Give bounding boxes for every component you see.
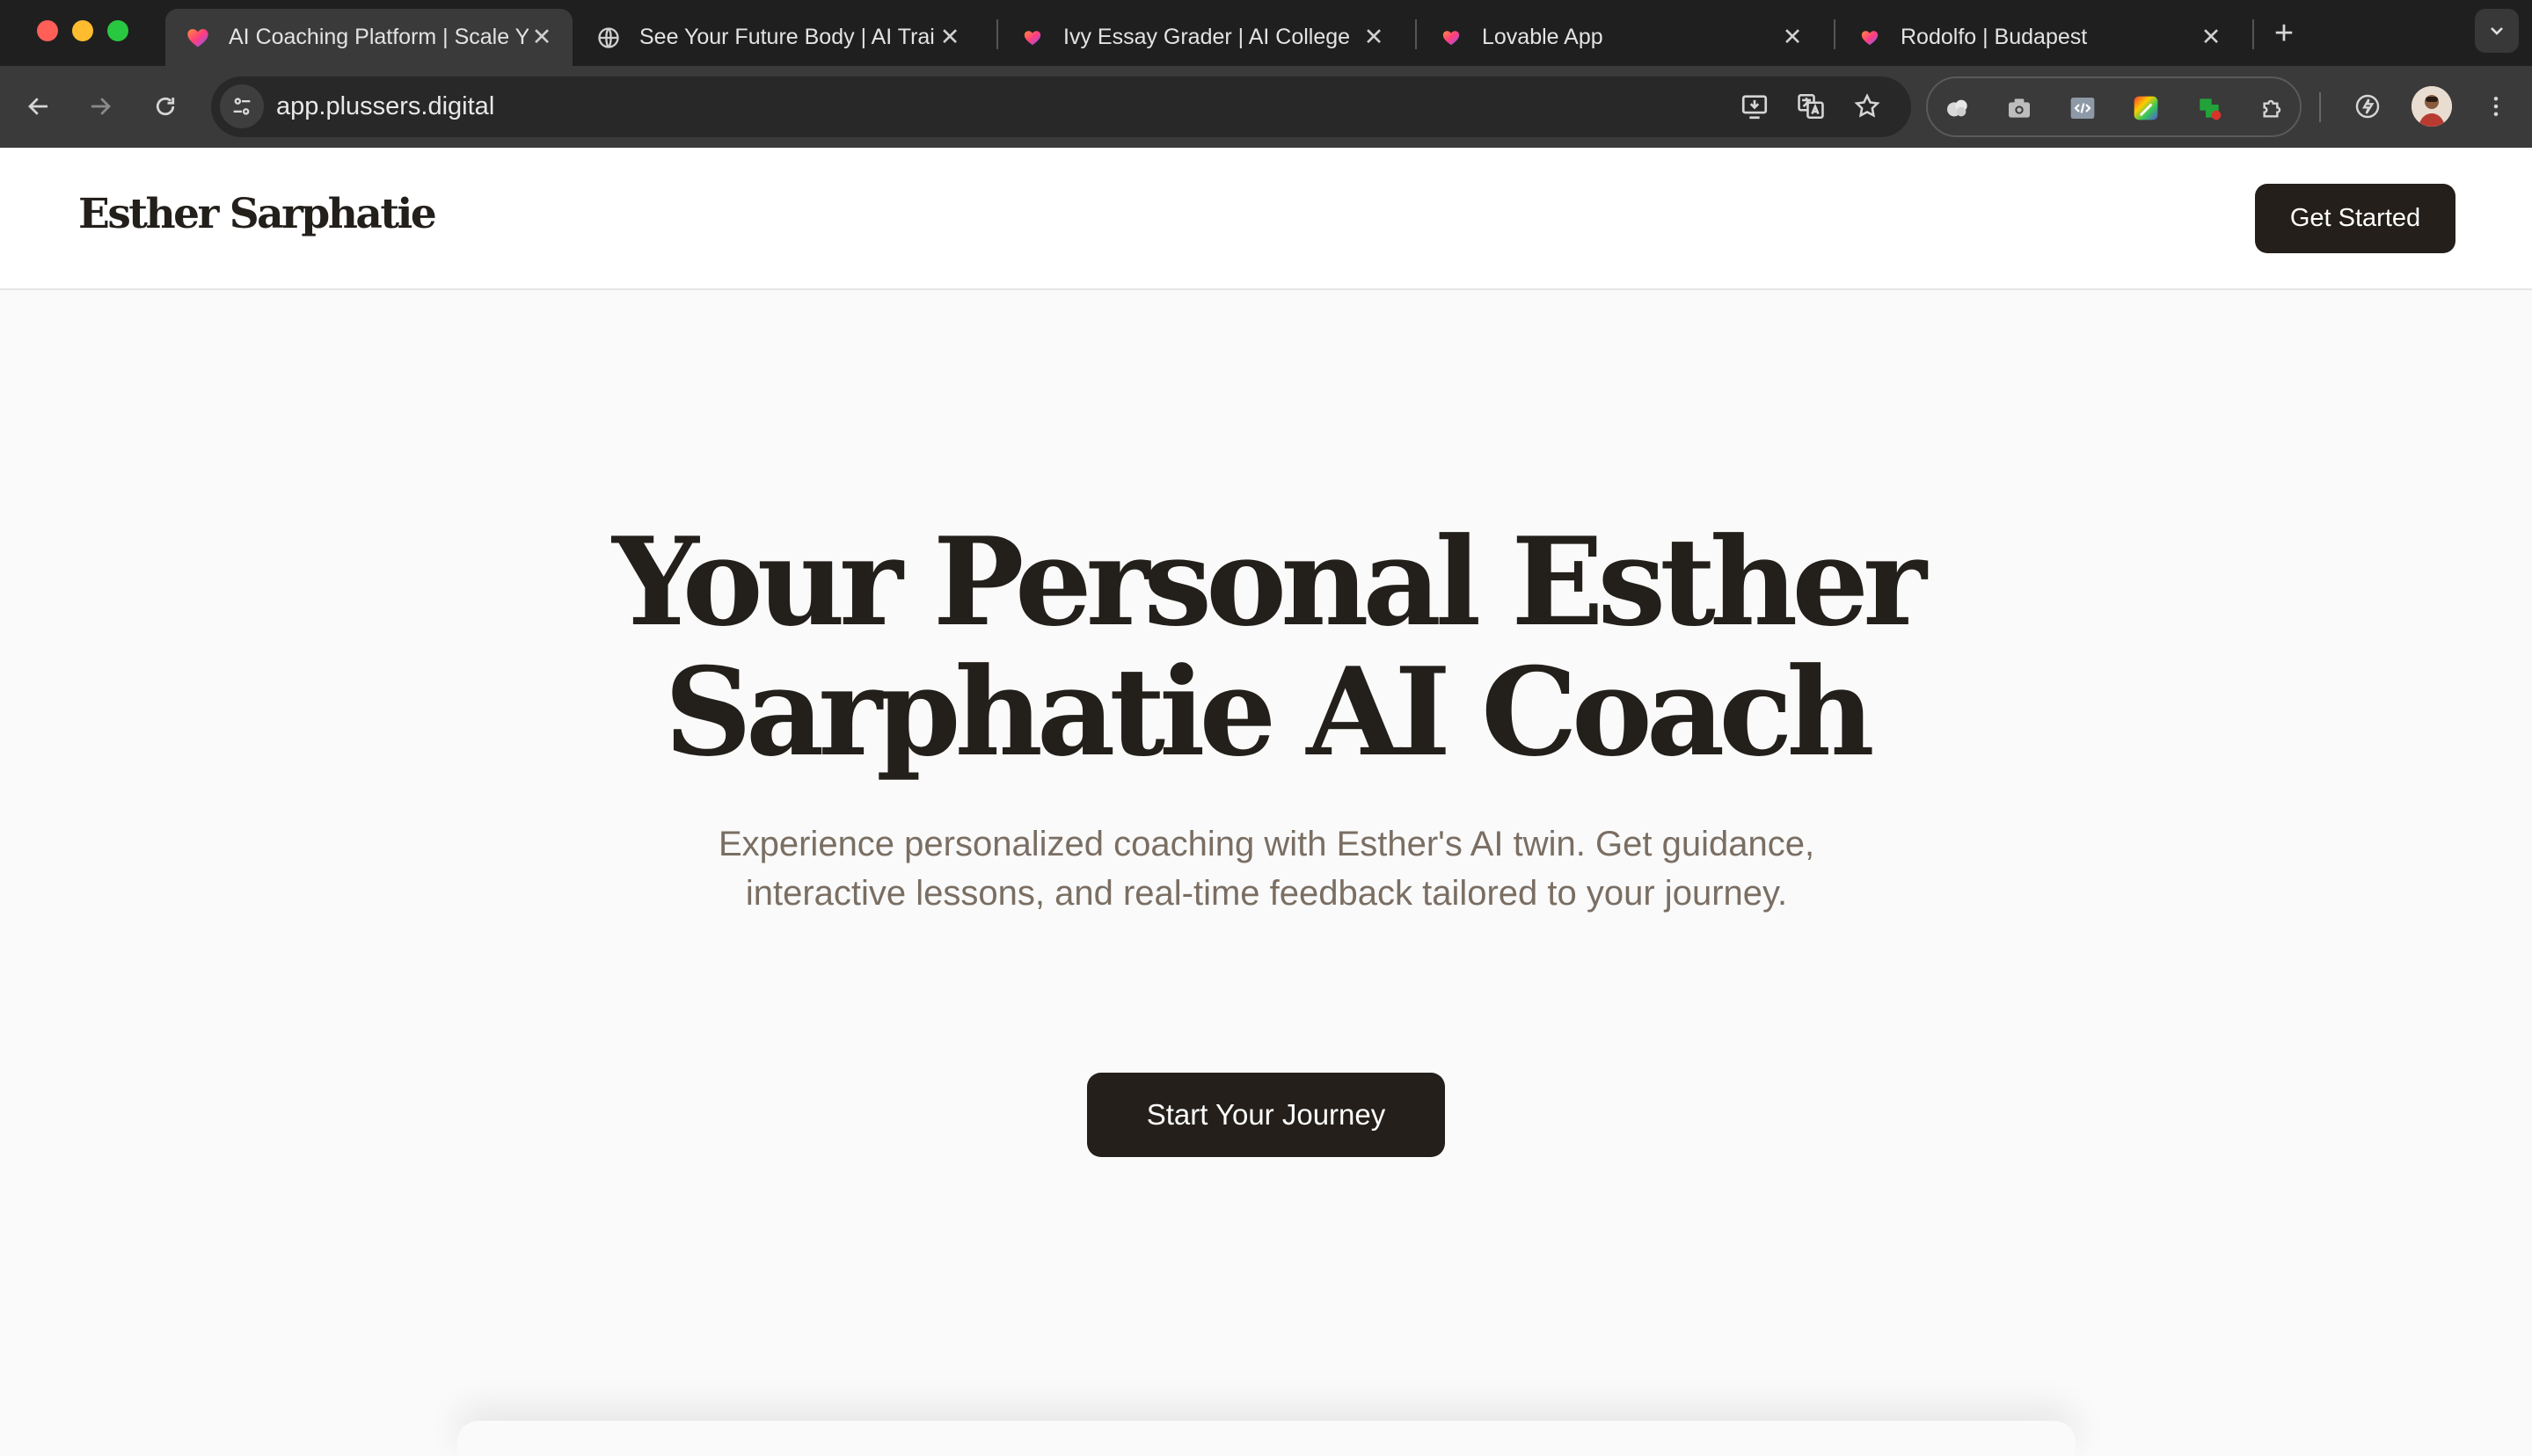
- reload-icon: [156, 97, 175, 116]
- code-icon: [2070, 98, 2095, 119]
- bookmark-button[interactable]: [1848, 87, 1886, 126]
- reload-button[interactable]: [141, 82, 190, 131]
- install-app-button[interactable]: [1735, 87, 1774, 126]
- profile-avatar[interactable]: [2412, 86, 2452, 127]
- minimize-window-button[interactable]: [72, 20, 93, 41]
- tab-title: See Your Future Body | AI Trai: [639, 25, 935, 49]
- lovable-heart-icon: [185, 25, 211, 51]
- more-vertical-icon: [2493, 97, 2499, 116]
- tab-search-button[interactable]: [2475, 9, 2519, 53]
- green-extension-icon: [2200, 98, 2222, 120]
- lovable-heart-icon: [1019, 25, 1046, 51]
- puzzle-icon: [2263, 99, 2281, 118]
- energy-saver-icon: [2355, 94, 2380, 119]
- tab-ivy-essay-grader[interactable]: Ivy Essay Grader | AI College ✕: [1000, 9, 1405, 66]
- back-button[interactable]: [14, 82, 63, 131]
- hero-subtitle: Experience personalized coaching with Es…: [718, 825, 1815, 913]
- page-content: Esther Sarphatie Get Started Your Person…: [0, 148, 2532, 1456]
- globe-icon: [595, 25, 622, 51]
- cloud-extension-icon: [1947, 99, 1967, 117]
- install-icon: [1741, 95, 1768, 120]
- address-bar[interactable]: app.plussers.digital: [211, 76, 1911, 137]
- close-window-button[interactable]: [37, 20, 58, 41]
- tab-divider: [2252, 19, 2254, 49]
- extension-screenshot-button[interactable]: [2000, 89, 2039, 127]
- new-tab-button[interactable]: +: [2265, 14, 2303, 53]
- extension-green-button[interactable]: [2190, 89, 2229, 127]
- maximize-window-button[interactable]: [107, 20, 128, 41]
- extensions-group: [1926, 76, 2302, 137]
- site-info-button[interactable]: [220, 84, 264, 128]
- camera-icon: [2009, 98, 2030, 118]
- tab-divider: [1415, 19, 1417, 49]
- tab-future-body[interactable]: See Your Future Body | AI Trai ✕: [576, 9, 981, 66]
- arrow-left-icon: [28, 98, 47, 115]
- hero-title: Your Personal Esther Sarphatie AI Coach: [563, 517, 1970, 777]
- browser-toolbar: app.plussers.digital: [0, 66, 2532, 148]
- site-header: Esther Sarphatie Get Started: [0, 148, 2532, 290]
- tab-divider: [996, 19, 998, 49]
- browser-tab-bar: AI Coaching Platform | Scale Y ✕ See You…: [0, 0, 2532, 66]
- tab-title: Rodolfo | Budapest: [1901, 25, 2088, 49]
- chevron-down-icon: [2491, 27, 2503, 35]
- hero-title-line-2: Sarphatie AI Coach: [664, 640, 1874, 783]
- tab-lovable-app[interactable]: Lovable App ✕: [1419, 9, 1823, 66]
- extension-code-button[interactable]: [2063, 89, 2102, 127]
- translate-button[interactable]: [1791, 87, 1830, 126]
- close-tab-icon[interactable]: ✕: [2198, 24, 2224, 51]
- tab-ai-coaching-platform[interactable]: AI Coaching Platform | Scale Y ✕: [165, 9, 573, 66]
- star-icon: [1854, 93, 1880, 118]
- extension-color-button[interactable]: [2127, 89, 2165, 127]
- user-avatar-icon: [2412, 86, 2452, 127]
- toolbar-divider: [2319, 92, 2321, 122]
- tab-rodolfo-budapest[interactable]: Rodolfo | Budapest ✕: [1837, 9, 2242, 66]
- tab-divider: [1834, 19, 1835, 49]
- get-started-button[interactable]: Get Started: [2255, 184, 2455, 253]
- lovable-heart-icon: [1857, 25, 1883, 51]
- close-tab-icon[interactable]: ✕: [1779, 24, 1806, 51]
- performance-button[interactable]: [2346, 85, 2389, 127]
- url-text: app.plussers.digital: [276, 92, 495, 120]
- hero-title-line-1: Your Personal Esther: [612, 510, 1927, 653]
- tab-title: AI Coaching Platform | Scale Y: [229, 25, 529, 49]
- extensions-menu-button[interactable]: [2253, 89, 2292, 127]
- forward-button[interactable]: [76, 82, 125, 131]
- close-tab-icon[interactable]: ✕: [1361, 24, 1387, 51]
- brand-logo[interactable]: Esther Sarphatie: [78, 190, 437, 238]
- extension-cloud-button[interactable]: [1938, 89, 1977, 127]
- close-tab-icon[interactable]: ✕: [937, 24, 963, 51]
- browser-menu-button[interactable]: [2475, 85, 2517, 127]
- translate-icon: [1798, 93, 1824, 120]
- tab-title: Ivy Essay Grader | AI College: [1063, 25, 1351, 49]
- start-journey-button[interactable]: Start Your Journey: [1087, 1073, 1445, 1157]
- tab-title: Lovable App: [1482, 25, 1603, 49]
- content-card-edge: [457, 1421, 2076, 1456]
- lovable-heart-icon: [1438, 25, 1464, 51]
- arrow-right-icon: [91, 98, 111, 115]
- close-tab-icon[interactable]: ✕: [529, 24, 555, 51]
- tune-icon: [233, 98, 251, 115]
- color-picker-icon: [2134, 96, 2158, 120]
